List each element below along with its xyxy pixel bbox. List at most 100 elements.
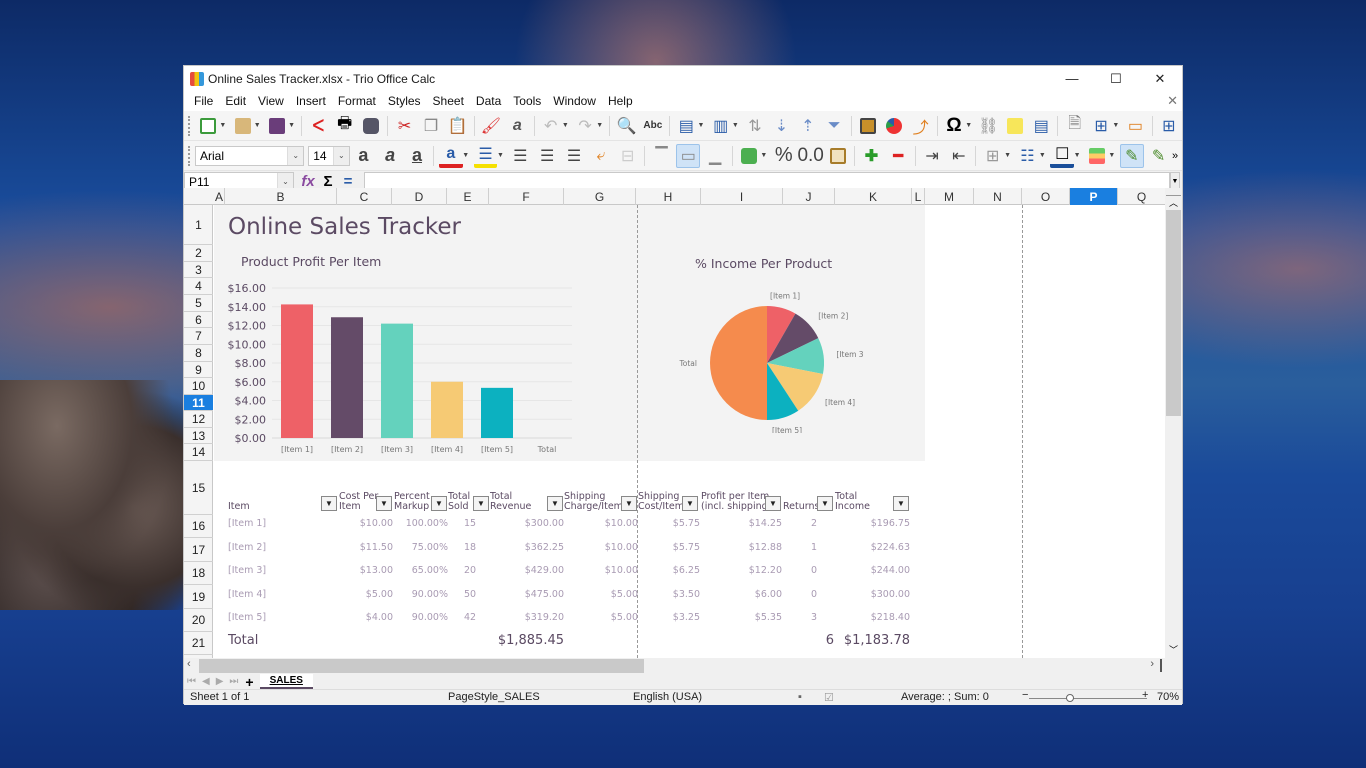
clone-formatting-icon[interactable]: 🖌 bbox=[479, 114, 502, 138]
first-sheet-icon[interactable]: ⏮ bbox=[184, 676, 199, 687]
autofilter-dropdown-button[interactable]: ▼ bbox=[765, 496, 781, 511]
table-cell[interactable]: 20 bbox=[460, 565, 480, 576]
column-header-f[interactable]: F bbox=[489, 188, 564, 205]
print-preview-icon[interactable] bbox=[359, 114, 382, 138]
row-header-10[interactable]: 10 bbox=[184, 378, 213, 395]
hyperlink-icon[interactable]: ⛓ bbox=[977, 114, 1000, 138]
row-header-12[interactable]: 12 bbox=[184, 411, 213, 428]
comment-icon[interactable] bbox=[1003, 114, 1026, 138]
row-header-15[interactable]: 15 bbox=[184, 461, 213, 515]
chevron-down-icon[interactable]: ⌄ bbox=[287, 146, 304, 165]
font-name-combo[interactable]: Arial ⌄ bbox=[195, 145, 305, 166]
table-cell[interactable]: 0 bbox=[804, 589, 824, 600]
table-cell[interactable]: $12.20 bbox=[702, 565, 782, 576]
toolbar-grip[interactable] bbox=[188, 145, 191, 166]
align-center-icon[interactable]: ☰ bbox=[535, 144, 559, 168]
row-header-11[interactable]: 11 bbox=[184, 395, 213, 411]
copy-icon[interactable]: ❐ bbox=[419, 114, 442, 138]
selection-mode-icon[interactable]: ▪ bbox=[798, 691, 802, 703]
redo-dropdown-icon[interactable]: ▼ bbox=[596, 122, 603, 129]
special-character-icon[interactable]: Ω bbox=[942, 114, 965, 138]
open-folder-icon[interactable] bbox=[231, 114, 254, 138]
close-document-icon[interactable]: ✕ bbox=[1167, 93, 1178, 109]
row-header-14[interactable]: 14 bbox=[184, 444, 213, 461]
define-print-area-icon[interactable]: 🗎 bbox=[1063, 114, 1086, 138]
column-header-q[interactable]: Q bbox=[1118, 188, 1166, 205]
menu-file[interactable]: File bbox=[188, 94, 219, 108]
borders-icon[interactable]: ⊞ bbox=[981, 144, 1005, 168]
sort-descending-icon[interactable]: ⇡ bbox=[796, 114, 819, 138]
column-header-e[interactable]: E bbox=[447, 188, 489, 205]
table-cell[interactable]: $224.63 bbox=[830, 542, 910, 553]
menu-window[interactable]: Window bbox=[547, 94, 602, 108]
total-label[interactable]: Total bbox=[228, 633, 258, 648]
table-cell[interactable]: $3.25 bbox=[620, 612, 700, 623]
sort-ascending-icon[interactable]: ⇣ bbox=[770, 114, 793, 138]
redo-icon[interactable]: ↷ bbox=[573, 114, 596, 138]
bar-item-4[interactable] bbox=[431, 381, 463, 438]
new-dropdown-icon[interactable]: ▼ bbox=[219, 122, 226, 129]
scrollbar-splitter[interactable] bbox=[1160, 659, 1162, 672]
export-pdf-icon[interactable]: ᐸ bbox=[307, 114, 330, 138]
paste-icon[interactable]: 📋 bbox=[446, 114, 469, 138]
column-header-b[interactable]: B bbox=[225, 188, 337, 205]
undo-dropdown-icon[interactable]: ▼ bbox=[562, 122, 569, 129]
table-cell[interactable]: 42 bbox=[460, 612, 480, 623]
chevron-down-icon[interactable]: ⌄ bbox=[332, 146, 349, 165]
autofilter-dropdown-button[interactable]: ▼ bbox=[621, 496, 637, 511]
autofilter-dropdown-button[interactable]: ▼ bbox=[817, 496, 833, 511]
decrease-indent-icon[interactable]: ⇤ bbox=[947, 144, 971, 168]
sheet-tab-sales[interactable]: SALES bbox=[259, 674, 313, 689]
table-cell[interactable]: 50 bbox=[460, 589, 480, 600]
column-header-j[interactable]: J bbox=[783, 188, 835, 205]
table-cell[interactable]: $244.00 bbox=[830, 565, 910, 576]
borders-dropdown-icon[interactable]: ▼ bbox=[1004, 152, 1011, 159]
table-cell-item[interactable]: [Item 5] bbox=[228, 612, 266, 623]
table-cell-item[interactable]: [Item 2] bbox=[228, 542, 266, 553]
number-format-icon[interactable]: 0.0 bbox=[797, 144, 823, 168]
table-cell[interactable]: 2 bbox=[804, 518, 824, 529]
menu-styles[interactable]: Styles bbox=[382, 94, 427, 108]
delete-decimal-place-icon[interactable]: ━ bbox=[886, 144, 910, 168]
wrap-text-icon[interactable]: ⤶ bbox=[589, 144, 613, 168]
autofilter-dropdown-button[interactable]: ▼ bbox=[547, 496, 563, 511]
table-cell[interactable]: 75.00% bbox=[368, 542, 448, 553]
column-header-k[interactable]: K bbox=[835, 188, 912, 205]
column-header-i[interactable]: I bbox=[701, 188, 783, 205]
prev-sheet-icon[interactable]: ◀ bbox=[199, 676, 213, 687]
row-header-16[interactable]: 16 bbox=[184, 515, 213, 538]
find-replace-icon[interactable]: 🔍 bbox=[615, 114, 638, 138]
total-revenue[interactable]: $1,885.45 bbox=[464, 633, 564, 648]
pivot-table-icon[interactable]: ⤴ bbox=[909, 114, 932, 138]
row-header-13[interactable]: 13 bbox=[184, 428, 213, 444]
align-middle-icon[interactable]: ▭ bbox=[676, 143, 701, 168]
row-header-1[interactable]: 1 bbox=[184, 205, 213, 245]
save-dropdown-icon[interactable]: ▼ bbox=[288, 122, 295, 129]
align-right-icon[interactable]: ☰ bbox=[562, 144, 586, 168]
row-header-6[interactable]: 6 bbox=[184, 312, 213, 328]
table-cell[interactable]: $6.25 bbox=[620, 565, 700, 576]
scroll-left-icon[interactable]: ‹ bbox=[187, 658, 191, 670]
table-cell[interactable]: $475.00 bbox=[484, 589, 564, 600]
column-header-g[interactable]: G bbox=[564, 188, 636, 205]
underline-icon[interactable]: a bbox=[405, 144, 429, 168]
zoom-in-icon[interactable]: + bbox=[1142, 689, 1148, 701]
table-cell-item[interactable]: [Item 4] bbox=[228, 589, 266, 600]
toolbar-grip[interactable] bbox=[188, 115, 191, 136]
table-cell[interactable]: 90.00% bbox=[368, 589, 448, 600]
table-cell[interactable]: $5.35 bbox=[702, 612, 782, 623]
row-header-21[interactable]: 21 bbox=[184, 632, 213, 655]
conditional-format-icon[interactable] bbox=[1085, 144, 1109, 168]
table-cell[interactable]: 1 bbox=[804, 542, 824, 553]
spelling-icon[interactable]: Abc bbox=[641, 114, 664, 138]
undo-icon[interactable]: ↶ bbox=[539, 114, 562, 138]
menu-tools[interactable]: Tools bbox=[507, 94, 547, 108]
table-cell[interactable]: $319.20 bbox=[484, 612, 564, 623]
column-header-l[interactable]: L bbox=[912, 188, 925, 205]
menu-sheet[interactable]: Sheet bbox=[427, 94, 470, 108]
add-sheet-button[interactable]: + bbox=[245, 674, 253, 690]
table-cell[interactable]: $3.50 bbox=[620, 589, 700, 600]
row-header-7[interactable]: 7 bbox=[184, 328, 213, 345]
clear-formatting-icon[interactable]: a bbox=[506, 114, 529, 138]
row-header-17[interactable]: 17 bbox=[184, 538, 213, 562]
